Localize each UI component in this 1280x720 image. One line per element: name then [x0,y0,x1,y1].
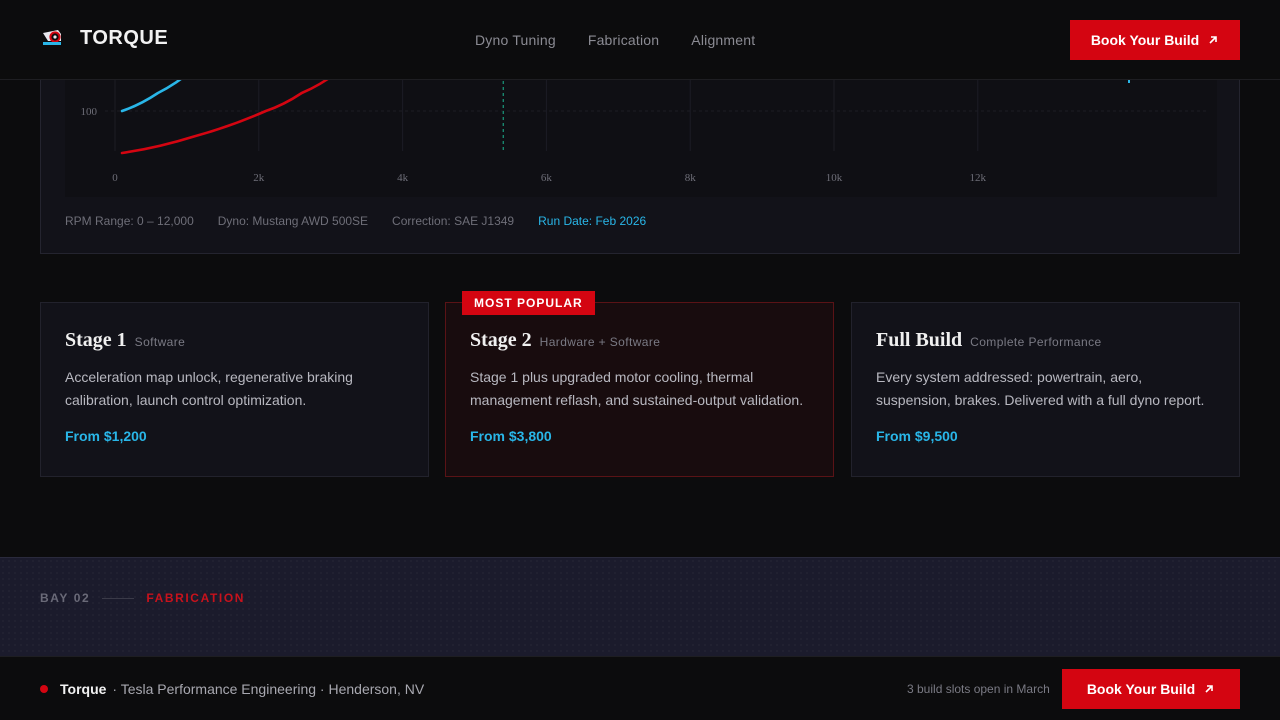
plan-title: Full Build [876,329,963,351]
plan-description: Acceleration map unlock, regenerative br… [65,369,353,408]
plan-price: From $1,200 [65,428,147,444]
arrow-up-right-icon [1209,36,1217,44]
x-tick-label: 12k [970,172,987,184]
rpm-range: RPM Range: 0 – 12,000 [65,214,194,228]
plan-title: Stage 1 [65,329,127,351]
plan-title: Stage 2 [470,329,532,351]
bay-number: BAY 02 [40,591,91,605]
plan-price: From $3,800 [470,428,552,444]
footer-brand: Torque [60,681,107,697]
run-date: Run Date: Feb 2026 [538,214,647,228]
plan-card-full-build[interactable]: Full Build Complete Performance Every sy… [851,302,1240,477]
book-build-label: Book Your Build [1090,32,1200,48]
x-tick-label: 2k [253,172,264,184]
plan-title-row: Full Build Complete Performance [876,329,1215,352]
y-tick-label: 100 [81,106,98,118]
status-dot-icon [40,685,48,693]
build-slots-status: 3 build slots open in March [907,682,1050,696]
brand-name: TORQUE [80,26,169,49]
nav-dyno-tuning[interactable]: Dyno Tuning [475,32,556,48]
nav-fabrication[interactable]: Fabrication [588,32,659,48]
nav-alignment[interactable]: Alignment [691,32,755,48]
bay-section: BAY 02 FABRICATION [0,557,1280,657]
x-tick-label: 8k [685,172,697,184]
bay-divider [102,597,135,599]
bay-heading: BAY 02 FABRICATION [40,591,245,605]
plan-description: Stage 1 plus upgraded motor cooling, the… [470,369,804,408]
plan-title-row: Stage 2 Hardware + Software [470,329,809,352]
arrow-up-right-icon [1205,685,1213,693]
plan-description: Every system addressed: powertrain, aero… [876,369,1205,408]
x-tick-label: 6k [541,172,553,184]
footer-book-build-button[interactable]: Book Your Build [1062,669,1240,709]
most-popular-badge: MOST POPULAR [462,291,595,315]
plan-card-stage-1[interactable]: Stage 1 Software Acceleration map unlock… [40,302,429,477]
plan-subtitle: Hardware + Software [539,335,661,349]
main-nav: Dyno Tuning Fabrication Alignment [475,32,755,48]
site-header: TORQUE Dyno Tuning Fabrication Alignment… [0,0,1280,80]
plan-subtitle: Software [134,335,186,349]
x-tick-label: 10k [826,172,843,184]
chart-meta: RPM Range: 0 – 12,000 Dyno: Mustang AWD … [65,214,646,228]
correction-standard: Correction: SAE J1349 [392,214,515,228]
plan-title-row: Stage 1 Software [65,329,404,352]
x-tick-label: 4k [397,172,409,184]
book-build-button[interactable]: Book Your Build [1070,20,1240,60]
footer-book-build-label: Book Your Build [1086,681,1196,697]
sticky-footer: Torque · Tesla Performance Engineering ·… [0,656,1280,720]
plan-price: From $9,500 [876,428,958,444]
plan-subtitle: Complete Performance [970,335,1102,349]
brand[interactable]: TORQUE [40,24,168,52]
footer-info: Torque · Tesla Performance Engineering ·… [40,681,424,697]
dyno-model: Dyno: Mustang AWD 500SE [217,214,369,228]
series-line-1 [120,70,339,155]
plan-card-stage-2[interactable]: MOST POPULAR Stage 2 Hardware + Software… [445,291,834,477]
bay-label: FABRICATION [146,591,246,605]
footer-tagline: · Tesla Performance Engineering · Hender… [112,681,425,697]
x-tick-label: 0 [112,172,118,184]
racing-helmet-icon [43,30,61,45]
